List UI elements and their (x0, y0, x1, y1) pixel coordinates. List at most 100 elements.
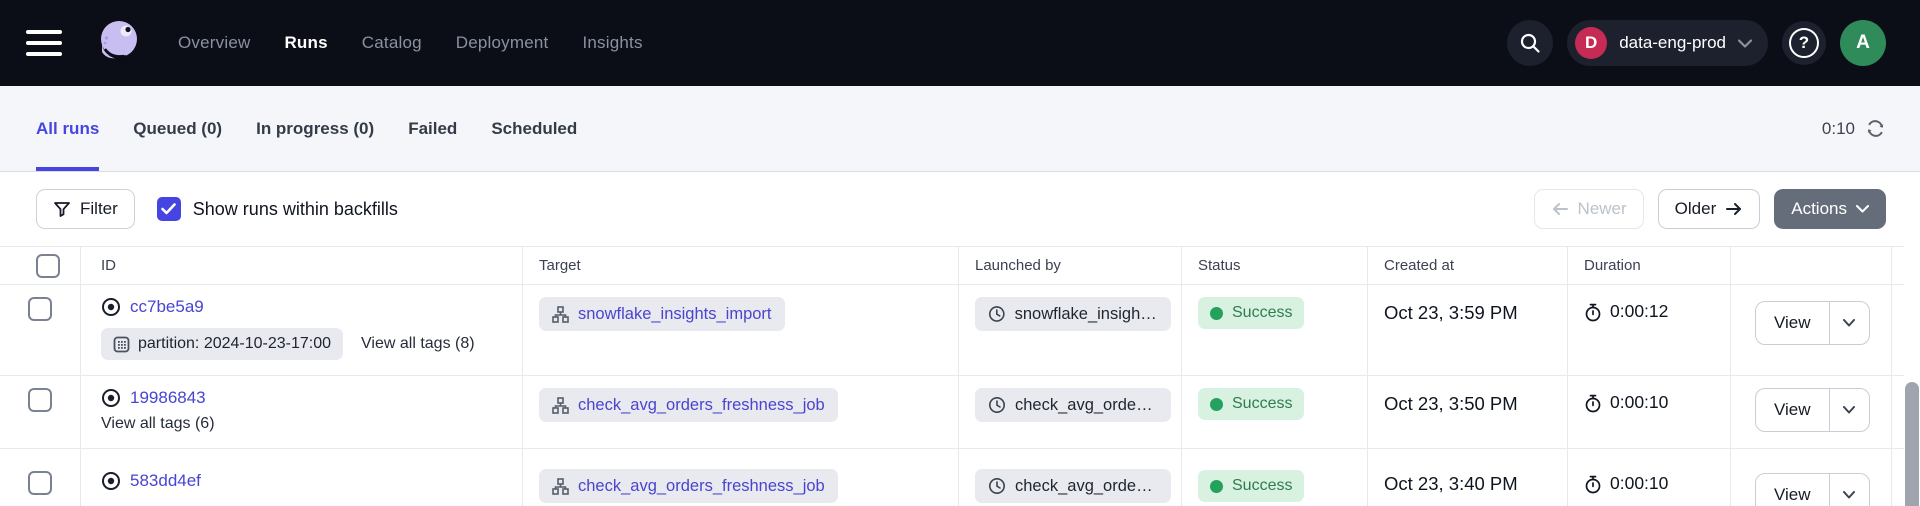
created-at: Oct 23, 3:50 PM (1368, 376, 1568, 448)
run-id-link[interactable]: cc7be5a9 (130, 297, 204, 317)
row-checkbox[interactable] (28, 297, 52, 321)
search-button[interactable] (1507, 20, 1553, 66)
run-tabs: All runs Queued (0) In progress (0) Fail… (36, 86, 577, 171)
filter-button[interactable]: Filter (36, 189, 135, 229)
newer-label: Newer (1578, 199, 1627, 219)
deployment-badge: D (1575, 27, 1607, 59)
duration: 0:00:10 (1610, 473, 1668, 494)
row-checkbox[interactable] (28, 471, 52, 495)
deployment-switcher[interactable]: D data-eng-prod (1567, 20, 1768, 66)
status-badge[interactable]: Success (1198, 388, 1304, 420)
view-menu-button[interactable] (1829, 302, 1869, 344)
view-button[interactable]: View (1756, 389, 1829, 431)
row-checkbox[interactable] (28, 388, 52, 412)
launched-by-pill[interactable]: snowflake_insight… (975, 297, 1171, 331)
job-icon (552, 306, 569, 323)
target-pill[interactable]: check_avg_orders_freshness_job (539, 469, 838, 503)
status-badge[interactable]: Success (1198, 297, 1304, 329)
help-button[interactable]: ? (1782, 21, 1826, 65)
created-at: Oct 23, 3:40 PM (1368, 449, 1568, 506)
launched-by-pill[interactable]: check_avg_order… (975, 469, 1171, 503)
show-backfills-label: Show runs within backfills (193, 199, 398, 220)
select-all-checkbox[interactable] (36, 254, 60, 278)
status-label: Success (1232, 395, 1292, 413)
tab-all-runs[interactable]: All runs (36, 86, 99, 171)
tab-scheduled[interactable]: Scheduled (491, 86, 577, 171)
tag-label: partition: 2024-10-23-17:00 (138, 335, 331, 353)
arrow-left-icon (1551, 202, 1569, 216)
view-all-tags-link[interactable]: View all tags (8) (361, 335, 475, 353)
avatar[interactable]: A (1840, 20, 1886, 66)
nav-item-insights[interactable]: Insights (582, 33, 642, 53)
view-menu-button[interactable] (1829, 389, 1869, 431)
older-button[interactable]: Older (1658, 189, 1761, 229)
run-id-link[interactable]: 19986843 (130, 388, 206, 408)
backfills-checkbox[interactable] (157, 197, 181, 221)
view-split-button: View (1755, 301, 1870, 345)
search-icon (1519, 32, 1541, 54)
launched-by-pill[interactable]: check_avg_order… (975, 388, 1171, 422)
toolbar-right: Newer Older Actions (1534, 189, 1886, 229)
chevron-down-icon (1856, 205, 1869, 213)
refresh-countdown: 0:10 (1822, 119, 1855, 139)
view-split-button: View (1755, 473, 1870, 506)
scrollbar-track[interactable] (1904, 246, 1920, 506)
column-header-id: ID (81, 247, 523, 284)
newer-button[interactable]: Newer (1534, 189, 1644, 229)
column-header-actions (1731, 247, 1892, 284)
duration: 0:00:10 (1610, 392, 1668, 413)
target-pill[interactable]: check_avg_orders_freshness_job (539, 388, 838, 422)
target-label: snowflake_insights_import (578, 305, 772, 324)
target-pill[interactable]: snowflake_insights_import (539, 297, 785, 331)
table-row: 583dd4ef check_avg_orders_freshness_job (0, 449, 1920, 506)
show-backfills-toggle[interactable]: Show runs within backfills (157, 197, 398, 221)
top-nav: Overview Runs Catalog Deployment Insight… (0, 0, 1920, 86)
view-button[interactable]: View (1756, 474, 1829, 506)
run-status-icon (101, 297, 121, 317)
view-button[interactable]: View (1756, 302, 1829, 344)
tab-failed[interactable]: Failed (408, 86, 457, 171)
tab-in-progress[interactable]: In progress (0) (256, 86, 374, 171)
status-label: Success (1232, 304, 1292, 322)
column-header-created-at: Created at (1368, 247, 1568, 284)
view-menu-button[interactable] (1829, 474, 1869, 506)
menu-icon[interactable] (26, 23, 66, 63)
launched-by-label: snowflake_insight… (1015, 305, 1158, 324)
partition-icon (113, 336, 130, 353)
nav-item-runs[interactable]: Runs (284, 33, 327, 53)
help-icon: ? (1789, 28, 1819, 58)
table-row: cc7be5a9 partition: 2024-10-23-17:00 Vie… (0, 285, 1920, 376)
refresh-icon[interactable] (1865, 118, 1886, 139)
column-header-launched-by: Launched by (959, 247, 1182, 284)
table-row: 19986843 View all tags (6) check_avg_ord… (0, 376, 1920, 449)
nav-item-overview[interactable]: Overview (178, 33, 250, 53)
launched-by-label: check_avg_order… (1015, 396, 1158, 415)
view-all-tags-link[interactable]: View all tags (6) (101, 415, 215, 433)
clock-icon (988, 477, 1006, 495)
dagster-logo[interactable] (90, 15, 146, 71)
stopwatch-icon (1584, 394, 1602, 413)
runs-table: ID Target Launched by Status Created at … (0, 246, 1920, 506)
primary-nav: Overview Runs Catalog Deployment Insight… (178, 33, 643, 53)
checkmark-icon (161, 203, 176, 215)
octopus-logo-icon (91, 16, 145, 70)
success-dot-icon (1210, 398, 1223, 411)
nav-item-catalog[interactable]: Catalog (362, 33, 422, 53)
view-split-button: View (1755, 388, 1870, 432)
nav-item-deployment[interactable]: Deployment (456, 33, 549, 53)
actions-button[interactable]: Actions (1774, 189, 1886, 229)
scrollbar-thumb[interactable] (1905, 382, 1919, 506)
status-badge[interactable]: Success (1198, 470, 1304, 502)
created-at: Oct 23, 3:59 PM (1368, 285, 1568, 375)
arrow-right-icon (1725, 202, 1743, 216)
run-tag-partition[interactable]: partition: 2024-10-23-17:00 (101, 328, 343, 360)
table-header-row: ID Target Launched by Status Created at … (0, 247, 1920, 285)
tab-queued[interactable]: Queued (0) (133, 86, 222, 171)
run-id-link[interactable]: 583dd4ef (130, 471, 201, 491)
runs-toolbar: Filter Show runs within backfills Newer … (0, 172, 1920, 246)
clock-icon (988, 305, 1006, 323)
chevron-down-icon (1843, 406, 1855, 414)
duration: 0:00:12 (1610, 301, 1668, 322)
job-icon (552, 397, 569, 414)
column-header-duration: Duration (1568, 247, 1731, 284)
